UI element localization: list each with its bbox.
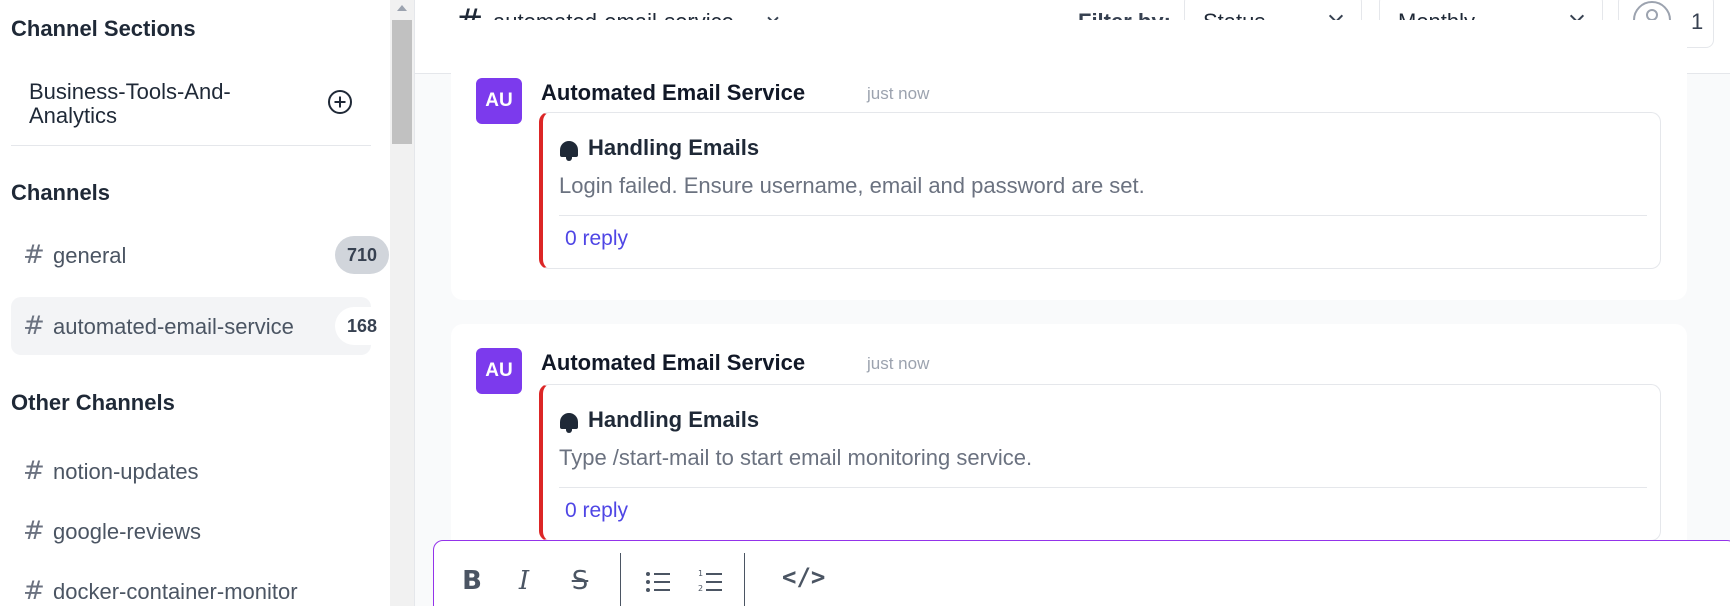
reply-link[interactable]: 0 reply bbox=[565, 227, 628, 251]
message-composer[interactable]: B I S 1 2 </> bbox=[433, 540, 1730, 606]
channel-item-general[interactable]: # general 710 bbox=[11, 226, 390, 284]
sidebar: Channel Sections Business-Tools-And-Anal… bbox=[0, 0, 392, 606]
reply-link[interactable]: 0 reply bbox=[565, 499, 628, 523]
unread-count-badge: 168 bbox=[335, 307, 390, 345]
scroll-thumb[interactable] bbox=[392, 20, 412, 144]
app-window: Channel Sections Business-Tools-And-Anal… bbox=[0, 0, 1730, 606]
member-count: 1 bbox=[1691, 9, 1704, 34]
notification-title: Handling Emails bbox=[588, 407, 760, 432]
message-timestamp: just now bbox=[867, 84, 930, 103]
notification-text: Login failed. Ensure username, email and… bbox=[559, 173, 1145, 198]
hash-icon: # bbox=[23, 311, 45, 341]
other-channels-heading: Other Channels bbox=[11, 390, 175, 415]
channel-name: notion-updates bbox=[53, 459, 199, 484]
message-card: AU Automated Email Service just now Hand… bbox=[451, 20, 1687, 300]
channel-name: docker-container-monitor bbox=[53, 579, 298, 604]
bell-icon bbox=[560, 141, 578, 161]
hash-icon: # bbox=[23, 456, 45, 486]
bold-button[interactable]: B bbox=[454, 563, 490, 599]
bell-icon bbox=[560, 413, 578, 433]
scroll-up-arrow-icon[interactable] bbox=[397, 5, 407, 11]
channel-name: automated-email-service bbox=[53, 314, 294, 339]
unread-count-badge: 710 bbox=[335, 236, 390, 274]
divider bbox=[559, 215, 1647, 216]
notification-box: Handling Emails Type /start-mail to star… bbox=[539, 384, 1661, 541]
numbered-list-icon[interactable]: 1 2 bbox=[698, 570, 722, 593]
channel-name: google-reviews bbox=[53, 519, 201, 544]
notification-text: Type /start-mail to start email monitori… bbox=[559, 445, 1033, 470]
message-author[interactable]: Automated Email Service bbox=[541, 80, 805, 106]
notification-title: Handling Emails bbox=[588, 135, 760, 160]
sidebar-scrollbar[interactable] bbox=[390, 0, 414, 606]
toolbar-divider bbox=[744, 553, 745, 606]
divider bbox=[559, 487, 1647, 488]
channel-item-automated-email-service[interactable]: # automated-email-service 168 bbox=[11, 297, 390, 355]
bullet-list-icon[interactable] bbox=[646, 571, 670, 592]
channel-item-notion-updates[interactable]: # notion-updates bbox=[11, 442, 371, 500]
message-timestamp: just now bbox=[867, 354, 930, 373]
toolbar-divider bbox=[620, 553, 621, 606]
code-icon[interactable]: </> bbox=[782, 563, 825, 591]
avatar[interactable]: AU bbox=[476, 78, 522, 124]
channel-name: general bbox=[53, 243, 127, 268]
channel-item-google-reviews[interactable]: # google-reviews bbox=[11, 502, 371, 560]
channel-sections-heading: Channel Sections bbox=[11, 16, 196, 41]
italic-button[interactable]: I bbox=[506, 563, 542, 599]
section-item-business-tools[interactable]: Business-Tools-And-Analytics bbox=[11, 72, 371, 146]
avatar[interactable]: AU bbox=[476, 348, 522, 394]
channel-item-docker-container-monitor[interactable]: # docker-container-monitor bbox=[11, 562, 371, 606]
main-panel: # automated-email-service Filter by: Sta… bbox=[414, 0, 1730, 606]
message-author[interactable]: Automated Email Service bbox=[541, 350, 805, 376]
hash-icon: # bbox=[23, 576, 45, 606]
notification-box: Handling Emails Login failed. Ensure use… bbox=[539, 112, 1661, 269]
strikethrough-button[interactable]: S bbox=[562, 563, 598, 599]
add-circle-icon[interactable] bbox=[328, 90, 352, 114]
hash-icon: # bbox=[23, 516, 45, 546]
channels-heading: Channels bbox=[11, 180, 111, 205]
hash-icon: # bbox=[23, 240, 45, 270]
section-name: Business-Tools-And-Analytics bbox=[29, 79, 231, 128]
